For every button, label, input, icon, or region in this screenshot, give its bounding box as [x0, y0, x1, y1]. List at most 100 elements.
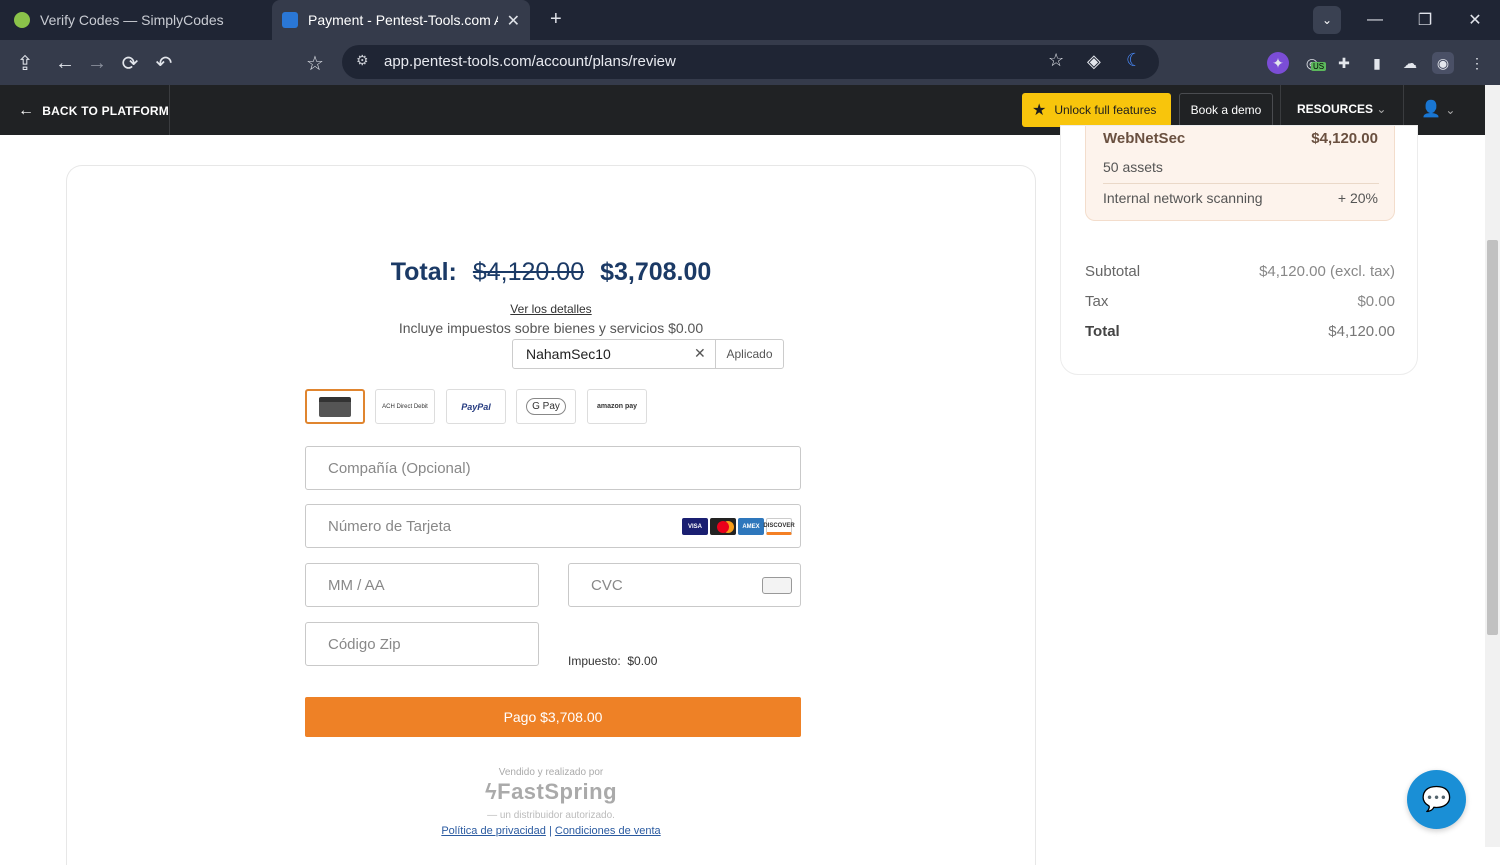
old-total: $4,120.00: [472, 258, 585, 286]
amazon-pay-label: amazon pay: [596, 403, 638, 410]
details-link[interactable]: Ver los detalles: [67, 302, 1035, 316]
extensions-puzzle-icon[interactable]: ✚: [1333, 52, 1355, 74]
clear-coupon-icon[interactable]: ✕: [694, 345, 706, 362]
scrollbar-thumb[interactable]: [1487, 240, 1498, 635]
close-window-button[interactable]: ✕: [1450, 0, 1500, 40]
terms-link[interactable]: Condiciones de venta: [555, 825, 661, 837]
url-text[interactable]: app.pentest-tools.com/account/plans/revi…: [384, 53, 676, 70]
coupon-code[interactable]: NahamSec10: [526, 346, 611, 362]
unlock-features-button[interactable]: ★ Unlock full features: [1022, 93, 1171, 127]
extension-vpn-icon[interactable]: ◎US: [1301, 52, 1327, 74]
tab-search-button[interactable]: ⌄: [1313, 6, 1341, 34]
mastercard-icon: [710, 518, 736, 535]
arrow-left-icon: ←: [18, 102, 35, 119]
total-label: Total: [1085, 323, 1120, 340]
menu-dots-icon[interactable]: ⋮: [1466, 52, 1488, 74]
star-icon: ★: [1032, 102, 1047, 119]
card-brands: VISA AMEX DISCOVER: [682, 518, 795, 535]
plan-assets: 50 assets: [1103, 159, 1163, 175]
new-tab-button[interactable]: +: [550, 8, 562, 31]
chat-button[interactable]: 💬: [1407, 770, 1466, 829]
profile-icon[interactable]: ◉: [1432, 52, 1454, 74]
tab-simplycodes[interactable]: Verify Codes — SimplyCodes: [0, 0, 270, 40]
company-field[interactable]: Compañía (Opcional): [305, 446, 801, 490]
reload-icon[interactable]: ⟳: [117, 50, 143, 76]
impuesto-value: $0.00: [627, 654, 658, 668]
book-demo-button[interactable]: Book a demo: [1179, 93, 1273, 127]
payment-method-ach[interactable]: ACH Direct Debit: [375, 389, 435, 424]
subtotal-row: Subtotal $4,120.00 (excl. tax): [1085, 263, 1395, 280]
amex-icon: AMEX: [738, 518, 764, 535]
fastspring-brand: FastSpring: [497, 779, 618, 804]
payment-method-card[interactable]: [305, 389, 365, 424]
sold-by-text: Vendido y realizado por: [498, 767, 604, 778]
company-placeholder: Compañía (Opcional): [328, 459, 471, 477]
cvc-placeholder: CVC: [591, 576, 623, 594]
tab-pentest-tools[interactable]: Payment - Pentest-Tools.com App ✕: [272, 0, 530, 40]
extension-layers-icon[interactable]: ◈: [1087, 51, 1101, 72]
zip-field[interactable]: Código Zip: [305, 622, 539, 666]
fastspring-bolt-icon: ϟ: [484, 779, 498, 804]
back-to-platform-link[interactable]: ← BACK TO PLATFORM: [18, 102, 169, 120]
fastspring-logo: ϟFastSpring: [67, 779, 1035, 805]
cvc-card-icon: [762, 577, 792, 594]
plan-price: $4,120.00: [1311, 130, 1378, 147]
address-bar[interactable]: ⚙ app.pentest-tools.com/account/plans/re…: [342, 45, 1159, 79]
tab-title: Payment - Pentest-Tools.com App: [308, 12, 498, 28]
impuesto-line: Impuesto: $0.00: [568, 654, 657, 668]
chat-icon: 💬: [1421, 786, 1452, 813]
cloud-upload-icon[interactable]: ☁: [1399, 52, 1421, 74]
new-total: $3,708.00: [600, 258, 712, 286]
total-label: Total:: [390, 258, 457, 286]
resources-label: RESOURCES: [1297, 102, 1374, 116]
forward-icon[interactable]: →: [84, 50, 110, 76]
extension-purple-icon[interactable]: ✦: [1267, 52, 1289, 74]
card-number-placeholder: Número de Tarjeta: [328, 517, 452, 535]
close-tab-icon[interactable]: ✕: [507, 11, 520, 31]
order-summary-card: WebNetSec $4,120.00 50 assets Internal n…: [1060, 125, 1418, 375]
side-panel-icon[interactable]: ▮: [1366, 52, 1388, 74]
browser-tab-bar: Verify Codes — SimplyCodes Payment - Pen…: [0, 0, 1500, 40]
coupon-field[interactable]: NahamSec10 ✕ Aplicado: [512, 339, 784, 369]
expiry-field[interactable]: MM / AA: [305, 563, 539, 607]
subtotal-value: $4,120.00 (excl. tax): [1259, 263, 1395, 280]
divider: [1103, 183, 1379, 184]
site-info-icon[interactable]: ⚙: [356, 52, 369, 69]
chevron-down-icon: ⌄: [1445, 103, 1456, 117]
cvc-field[interactable]: CVC: [568, 563, 801, 607]
back-icon[interactable]: ←: [52, 50, 78, 76]
payment-method-paypal[interactable]: PayPal: [446, 389, 506, 424]
coupon-applied-button[interactable]: Aplicado: [715, 340, 783, 368]
pay-button[interactable]: Pago $3,708.00: [305, 697, 801, 737]
page-scrollbar[interactable]: [1485, 85, 1500, 847]
total-value: $4,120.00: [1328, 323, 1395, 340]
upload-icon[interactable]: ⇪: [12, 50, 38, 76]
plan-box: WebNetSec $4,120.00 50 assets Internal n…: [1085, 126, 1395, 221]
bookmark-icon[interactable]: ☆: [1048, 50, 1064, 71]
gpay-label: G Pay: [526, 398, 566, 415]
payment-method-gpay[interactable]: G Pay: [516, 389, 576, 424]
restore-button[interactable]: ❐: [1400, 0, 1450, 40]
payment-method-amazon[interactable]: amazon pay: [587, 389, 647, 424]
plan-name: WebNetSec: [1103, 130, 1186, 147]
dark-mode-icon[interactable]: ☾: [1126, 50, 1142, 71]
resources-menu[interactable]: RESOURCES ⌄: [1297, 102, 1386, 116]
expiry-placeholder: MM / AA: [328, 576, 385, 594]
user-menu[interactable]: 👤 ⌄: [1421, 99, 1455, 119]
unlock-label: Unlock full features: [1054, 103, 1157, 117]
privacy-link[interactable]: Política de privacidad: [441, 825, 546, 837]
discover-icon: DISCOVER: [763, 518, 795, 535]
undo-icon[interactable]: ↶: [151, 50, 177, 76]
vpn-badge: US: [1311, 62, 1327, 71]
user-icon: 👤: [1421, 101, 1441, 118]
plan-feature: Internal network scanning: [1103, 190, 1263, 206]
bookmark-star-icon[interactable]: ☆: [302, 50, 328, 76]
tax-value: $0.00: [1357, 293, 1395, 310]
paypal-label: PayPal: [461, 401, 491, 412]
back-label: BACK TO PLATFORM: [42, 104, 169, 118]
tax-label: Tax: [1085, 293, 1109, 310]
divider: [169, 85, 170, 135]
card-number-field[interactable]: Número de Tarjeta VISA AMEX DISCOVER: [305, 504, 801, 548]
tax-row: Tax $0.00: [1085, 293, 1395, 310]
minimize-button[interactable]: —: [1350, 0, 1400, 40]
